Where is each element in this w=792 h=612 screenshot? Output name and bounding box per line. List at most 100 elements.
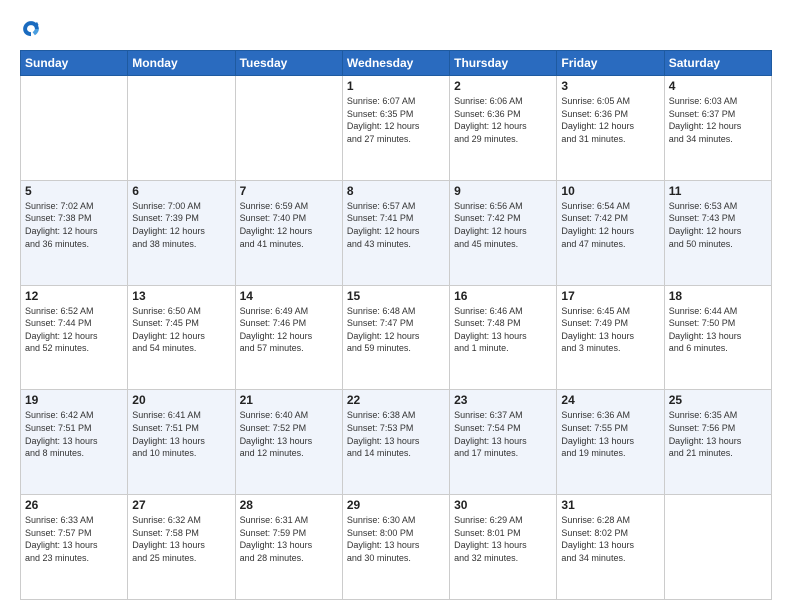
day-number: 31 [561,498,659,512]
day-info: Sunrise: 6:36 AM Sunset: 7:55 PM Dayligh… [561,409,659,459]
day-header-thursday: Thursday [450,51,557,76]
calendar-cell: 26 Sunrise: 6:33 AM Sunset: 7:57 PM Dayli… [21,495,128,600]
calendar-cell: 25 Sunrise: 6:35 AM Sunset: 7:56 PM Dayli… [664,390,771,495]
day-info: Sunrise: 6:31 AM Sunset: 7:59 PM Dayligh… [240,514,338,564]
day-number: 2 [454,79,552,93]
day-info: Sunrise: 6:35 AM Sunset: 7:56 PM Dayligh… [669,409,767,459]
calendar-cell: 1Sunrise: 6:07 AM Sunset: 6:35 PM Daylig… [342,76,449,181]
calendar-cell: 17 Sunrise: 6:45 AM Sunset: 7:49 PM Dayli… [557,285,664,390]
day-info: Sunrise: 6:03 AM Sunset: 6:37 PM Dayligh… [669,95,767,145]
calendar-cell: 9Sunrise: 6:56 AM Sunset: 7:42 PM Daylig… [450,180,557,285]
day-info: Sunrise: 6:29 AM Sunset: 8:01 PM Dayligh… [454,514,552,564]
calendar-cell: 8 Sunrise: 6:57 AM Sunset: 7:41 PM Daylig… [342,180,449,285]
day-info: Sunrise: 6:33 AM Sunset: 7:57 PM Dayligh… [25,514,123,564]
day-header-friday: Friday [557,51,664,76]
day-number: 4 [669,79,767,93]
calendar-cell: 24Sunrise: 6:36 AM Sunset: 7:55 PM Dayli… [557,390,664,495]
calendar-week-row: 19 Sunrise: 6:42 AM Sunset: 7:51 PM Dayli… [21,390,772,495]
day-number: 12 [25,289,123,303]
day-number: 17 [561,289,659,303]
day-number: 14 [240,289,338,303]
day-info: Sunrise: 6:37 AM Sunset: 7:54 PM Dayligh… [454,409,552,459]
calendar-week-row: 12 Sunrise: 6:52 AM Sunset: 7:44 PM Dayli… [21,285,772,390]
calendar-cell: 19 Sunrise: 6:42 AM Sunset: 7:51 PM Dayli… [21,390,128,495]
day-number: 3 [561,79,659,93]
day-number: 30 [454,498,552,512]
day-info: Sunrise: 6:46 AM Sunset: 7:48 PM Dayligh… [454,305,552,355]
day-info: Sunrise: 6:28 AM Sunset: 8:02 PM Dayligh… [561,514,659,564]
day-header-monday: Monday [128,51,235,76]
day-number: 26 [25,498,123,512]
day-info: Sunrise: 6:41 AM Sunset: 7:51 PM Dayligh… [132,409,230,459]
day-info: Sunrise: 6:49 AM Sunset: 7:46 PM Dayligh… [240,305,338,355]
calendar-header-row: SundayMondayTuesdayWednesdayThursdayFrid… [21,51,772,76]
calendar-cell: 20 Sunrise: 6:41 AM Sunset: 7:51 PM Dayli… [128,390,235,495]
day-number: 29 [347,498,445,512]
day-info: Sunrise: 6:05 AM Sunset: 6:36 PM Dayligh… [561,95,659,145]
calendar-cell: 23 Sunrise: 6:37 AM Sunset: 7:54 PM Dayli… [450,390,557,495]
day-info: Sunrise: 6:56 AM Sunset: 7:42 PM Dayligh… [454,200,552,250]
day-info: Sunrise: 6:44 AM Sunset: 7:50 PM Dayligh… [669,305,767,355]
calendar-table: SundayMondayTuesdayWednesdayThursdayFrid… [20,50,772,600]
calendar-week-row: 1Sunrise: 6:07 AM Sunset: 6:35 PM Daylig… [21,76,772,181]
day-info: Sunrise: 6:07 AM Sunset: 6:35 PM Dayligh… [347,95,445,145]
day-number: 10 [561,184,659,198]
day-info: Sunrise: 6:45 AM Sunset: 7:49 PM Dayligh… [561,305,659,355]
day-number: 5 [25,184,123,198]
calendar-cell: 15 Sunrise: 6:48 AM Sunset: 7:47 PM Dayli… [342,285,449,390]
calendar-cell: 4 Sunrise: 6:03 AM Sunset: 6:37 PM Daylig… [664,76,771,181]
calendar-cell: 21Sunrise: 6:40 AM Sunset: 7:52 PM Dayli… [235,390,342,495]
calendar-cell: 16Sunrise: 6:46 AM Sunset: 7:48 PM Dayli… [450,285,557,390]
day-info: Sunrise: 6:48 AM Sunset: 7:47 PM Dayligh… [347,305,445,355]
calendar-cell: 18 Sunrise: 6:44 AM Sunset: 7:50 PM Dayli… [664,285,771,390]
calendar-week-row: 5 Sunrise: 7:02 AM Sunset: 7:38 PM Daylig… [21,180,772,285]
day-info: Sunrise: 6:32 AM Sunset: 7:58 PM Dayligh… [132,514,230,564]
day-header-tuesday: Tuesday [235,51,342,76]
day-header-wednesday: Wednesday [342,51,449,76]
logo [20,18,46,40]
day-info: Sunrise: 6:59 AM Sunset: 7:40 PM Dayligh… [240,200,338,250]
day-info: Sunrise: 6:57 AM Sunset: 7:41 PM Dayligh… [347,200,445,250]
day-number: 21 [240,393,338,407]
calendar-cell: 5 Sunrise: 7:02 AM Sunset: 7:38 PM Daylig… [21,180,128,285]
calendar-cell: 28 Sunrise: 6:31 AM Sunset: 7:59 PM Dayli… [235,495,342,600]
day-number: 25 [669,393,767,407]
day-header-saturday: Saturday [664,51,771,76]
logo-icon [20,18,42,40]
calendar-cell [128,76,235,181]
calendar-cell [664,495,771,600]
day-number: 23 [454,393,552,407]
day-number: 8 [347,184,445,198]
day-number: 28 [240,498,338,512]
day-number: 15 [347,289,445,303]
calendar-cell: 12 Sunrise: 6:52 AM Sunset: 7:44 PM Dayli… [21,285,128,390]
day-number: 20 [132,393,230,407]
day-info: Sunrise: 6:06 AM Sunset: 6:36 PM Dayligh… [454,95,552,145]
calendar-week-row: 26 Sunrise: 6:33 AM Sunset: 7:57 PM Dayli… [21,495,772,600]
calendar-cell [235,76,342,181]
day-info: Sunrise: 6:42 AM Sunset: 7:51 PM Dayligh… [25,409,123,459]
day-header-sunday: Sunday [21,51,128,76]
day-info: Sunrise: 7:00 AM Sunset: 7:39 PM Dayligh… [132,200,230,250]
calendar-cell: 2 Sunrise: 6:06 AM Sunset: 6:36 PM Daylig… [450,76,557,181]
calendar-cell: 11 Sunrise: 6:53 AM Sunset: 7:43 PM Dayli… [664,180,771,285]
calendar-cell: 7 Sunrise: 6:59 AM Sunset: 7:40 PM Daylig… [235,180,342,285]
day-info: Sunrise: 7:02 AM Sunset: 7:38 PM Dayligh… [25,200,123,250]
day-info: Sunrise: 6:52 AM Sunset: 7:44 PM Dayligh… [25,305,123,355]
day-number: 11 [669,184,767,198]
day-number: 18 [669,289,767,303]
calendar-cell: 6Sunrise: 7:00 AM Sunset: 7:39 PM Daylig… [128,180,235,285]
calendar-cell: 27 Sunrise: 6:32 AM Sunset: 7:58 PM Dayli… [128,495,235,600]
day-number: 7 [240,184,338,198]
day-number: 27 [132,498,230,512]
header [20,18,772,40]
day-info: Sunrise: 6:53 AM Sunset: 7:43 PM Dayligh… [669,200,767,250]
day-number: 19 [25,393,123,407]
day-info: Sunrise: 6:50 AM Sunset: 7:45 PM Dayligh… [132,305,230,355]
calendar-cell [21,76,128,181]
calendar-cell: 30 Sunrise: 6:29 AM Sunset: 8:01 PM Dayli… [450,495,557,600]
calendar-cell: 29Sunrise: 6:30 AM Sunset: 8:00 PM Dayli… [342,495,449,600]
calendar-cell: 22Sunrise: 6:38 AM Sunset: 7:53 PM Dayli… [342,390,449,495]
day-info: Sunrise: 6:38 AM Sunset: 7:53 PM Dayligh… [347,409,445,459]
page: SundayMondayTuesdayWednesdayThursdayFrid… [0,0,792,612]
